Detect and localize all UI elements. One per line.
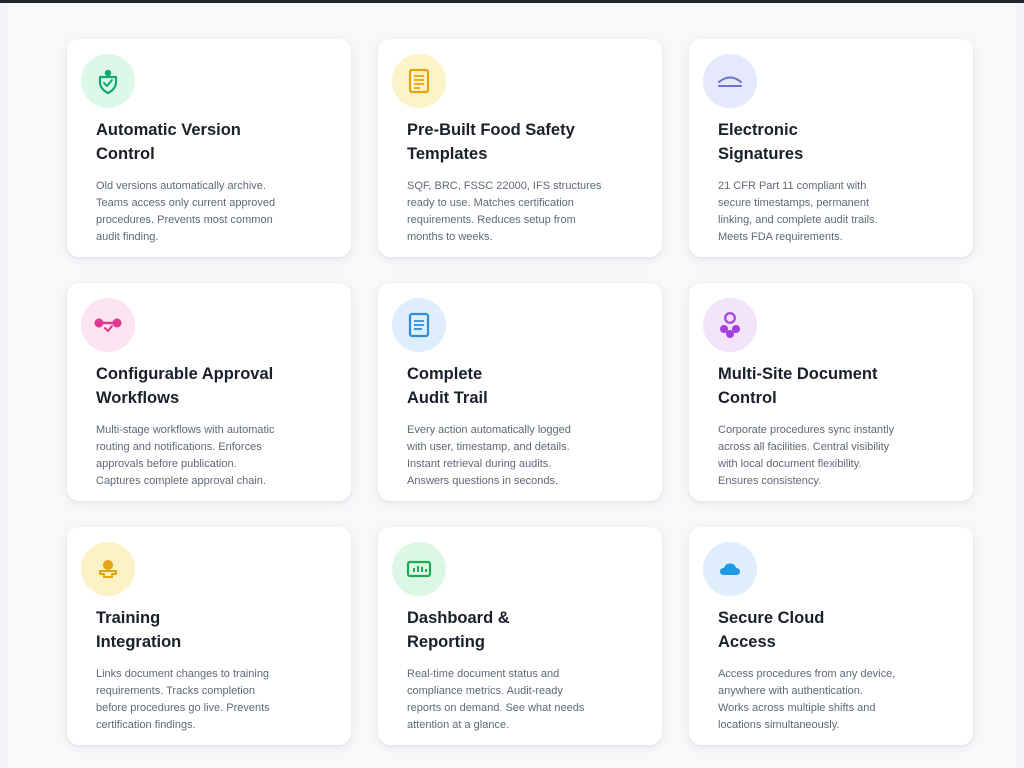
feature-title-line: Dashboard & — [407, 609, 510, 627]
feature-title: Automatic Version Control — [96, 118, 296, 166]
feature-description-line: 21 CFR Part 11 compliant with — [718, 180, 867, 192]
feature-card: Multi-Site Document Control Corporate proc… — [689, 283, 973, 501]
feature-title: Complete Audit Trail — [407, 362, 607, 410]
feature-description-line: across all facilities. Central visibilit… — [718, 441, 890, 453]
feature-description: SQF, BRC, FSSC 22000, IFS structures read… — [407, 178, 642, 246]
feature-description-line: compliance metrics. Audit-ready — [407, 685, 563, 697]
shield-check-icon — [81, 54, 135, 108]
feature-description-line: months to weeks. — [407, 231, 493, 243]
feature-card: Complete Audit Trail Every action automati… — [378, 283, 662, 501]
feature-description: Old versions automatically archive. Teams… — [96, 178, 331, 246]
feature-card: Automatic Version Control Old versions aut… — [67, 39, 351, 257]
feature-description-line: Corporate procedures sync instantly — [718, 424, 895, 436]
feature-title-line: Workflows — [96, 389, 180, 407]
feature-description-line: Instant retrieval during audits. — [407, 458, 552, 470]
feature-card: Training Integration Links document change… — [67, 527, 351, 745]
feature-description: Corporate procedures sync instantly acros… — [718, 422, 953, 490]
feature-description-line: Ensures consistency. — [718, 475, 822, 487]
feature-description-line: Captures complete approval chain. — [96, 475, 266, 487]
training-user-icon — [81, 542, 135, 596]
feature-card: Electronic Signatures 21 CFR Part 11 compl… — [689, 39, 973, 257]
feature-title-line: Audit Trail — [407, 389, 488, 407]
feature-description-line: approvals before publication. — [96, 458, 237, 470]
feature-title-line: Signatures — [718, 145, 804, 163]
feature-description-line: Answers questions in seconds. — [407, 475, 559, 487]
feature-title-line: Secure Cloud — [718, 609, 825, 627]
feature-title-line: Access — [718, 633, 776, 651]
audit-log-icon — [392, 298, 446, 352]
feature-title: Electronic Signatures — [718, 118, 918, 166]
feature-description-line: reports on demand. See what needs — [407, 702, 585, 714]
feature-description: Access procedures from any device, anywhe… — [718, 666, 953, 734]
feature-title: Secure Cloud Access — [718, 606, 918, 654]
feature-description-line: Meets FDA requirements. — [718, 231, 843, 243]
feature-description: Every action automatically logged with us… — [407, 422, 642, 490]
feature-description-line: with local document flexibility. — [718, 458, 862, 470]
dashboard-chart-icon — [392, 542, 446, 596]
feature-description-line: Works across multiple shifts and — [718, 702, 876, 714]
feature-description-line: routing and notifications. Enforces — [96, 441, 262, 453]
feature-title: Pre-Built Food Safety Templates — [407, 118, 607, 166]
feature-description-line: Links document changes to training — [96, 668, 270, 680]
signature-icon — [703, 54, 757, 108]
feature-card: Dashboard & Reporting Real-time document s… — [378, 527, 662, 745]
feature-title-line: Integration — [96, 633, 182, 651]
feature-description-line: Old versions automatically archive. — [96, 180, 266, 192]
feature-title-line: Complete — [407, 365, 483, 383]
feature-description: Multi-stage workflows with automatic rout… — [96, 422, 331, 490]
feature-description-line: Access procedures from any device, — [718, 668, 896, 680]
feature-description-line: Every action automatically logged — [407, 424, 571, 436]
feature-description-line: secure timestamps, permanent — [718, 197, 870, 209]
feature-description-line: linking, and complete audit trails. — [718, 214, 878, 226]
cloud-icon — [703, 542, 757, 596]
feature-description: 21 CFR Part 11 compliant with secure time… — [718, 178, 953, 246]
feature-title-line: Configurable Approval — [96, 365, 274, 383]
feature-description-line: procedures. Prevents most common — [96, 214, 273, 226]
document-template-icon — [392, 54, 446, 108]
feature-title-line: Pre-Built Food Safety — [407, 121, 575, 139]
feature-description-line: before procedures go live. Prevents — [96, 702, 270, 714]
feature-description-line: locations simultaneously. — [718, 719, 840, 731]
feature-title-line: Control — [718, 389, 777, 407]
feature-title-line: Templates — [407, 145, 488, 163]
feature-card: Pre-Built Food Safety Templates SQF, BRC, … — [378, 39, 662, 257]
feature-description-line: attention at a glance. — [407, 719, 510, 731]
feature-title-line: Multi-Site Document — [718, 365, 878, 383]
feature-description-line: anywhere with authentication. — [718, 685, 863, 697]
feature-description-line: ready to use. Matches certification — [407, 197, 574, 209]
feature-title: Configurable Approval Workflows — [96, 362, 296, 410]
feature-description-line: Multi-stage workflows with automatic — [96, 424, 275, 436]
feature-description-line: audit finding. — [96, 231, 159, 243]
feature-description: Real-time document status and compliance … — [407, 666, 642, 734]
feature-title-line: Automatic Version — [96, 121, 241, 139]
feature-description-line: SQF, BRC, FSSC 22000, IFS structures — [407, 180, 602, 192]
feature-description-line: Teams access only current approved — [96, 197, 276, 209]
feature-title-line: Electronic — [718, 121, 798, 139]
feature-title-line: Training — [96, 609, 161, 627]
feature-description-line: Real-time document status and — [407, 668, 560, 680]
feature-title-line: Control — [96, 145, 155, 163]
feature-card: Configurable Approval Workflows Multi-stag… — [67, 283, 351, 501]
feature-description-line: requirements. Reduces setup from — [407, 214, 576, 226]
feature-description-line: certification findings. — [96, 719, 196, 731]
feature-description-line: with user, timestamp, and details. — [407, 441, 570, 453]
features-section: Automatic Version Control Old versions aut… — [8, 3, 1016, 768]
feature-description: Links document changes to training requir… — [96, 666, 331, 734]
feature-grid: Automatic Version Control Old versions aut… — [67, 39, 973, 745]
feature-title: Training Integration — [96, 606, 296, 654]
feature-description-line: requirements. Tracks completion — [96, 685, 255, 697]
feature-title: Multi-Site Document Control — [718, 362, 918, 410]
feature-title: Dashboard & Reporting — [407, 606, 607, 654]
workflow-icon — [81, 298, 135, 352]
multi-site-icon — [703, 298, 757, 352]
feature-title-line: Reporting — [407, 633, 485, 651]
feature-card: Secure Cloud Access Access procedures from… — [689, 527, 973, 745]
